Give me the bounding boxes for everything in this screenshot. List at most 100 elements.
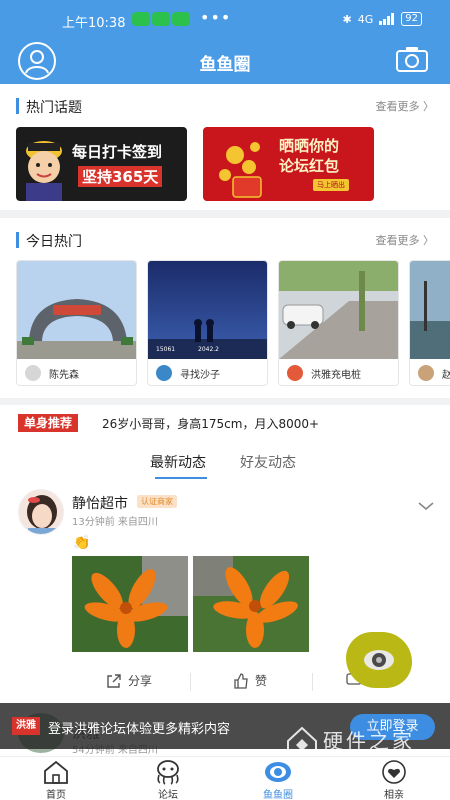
banner-line-1: 每日打卡签到 (72, 143, 163, 161)
tab-label: 相亲 (384, 790, 404, 800)
status-bar: 上午10:38 ••• ✱ 4G 92 (0, 0, 450, 40)
network-label: 4G (357, 12, 374, 26)
house-logo-icon (287, 726, 317, 757)
photo-overlay-text: 15061 (156, 346, 175, 353)
avatar (418, 365, 434, 381)
gold-coins-illustration (219, 142, 262, 198)
chevron-right-icon: 〉 (423, 234, 434, 247)
tab-dating[interactable]: 相亲 (364, 757, 424, 800)
banner-line-2: 坚持365天 (78, 166, 163, 187)
night-sky-photo: 15061 2042.2 (148, 261, 267, 359)
home-icon (44, 760, 68, 784)
status-time: 上午10:38 (62, 16, 126, 31)
hot-card[interactable]: 陈先森 (16, 260, 137, 386)
tab-label: 首页 (46, 790, 66, 800)
banner-button: 马上晒出 (313, 179, 349, 191)
arch-gate-photo (17, 261, 136, 359)
single-recommend-tag: 单身推荐 (18, 414, 79, 432)
card-author: 洪雅充电桩 (311, 370, 361, 381)
cartoon-character-illustration (26, 141, 62, 201)
forum-logo: 洪雅 (12, 717, 40, 735)
hot-topics-section: 热门话题 查看更多 〉 每日打卡签到 坚持365天 晒晒你的 论坛红包 马上晒出 (0, 84, 450, 210)
today-hot-header: 今日热门 查看更多 〉 (16, 231, 435, 250)
hot-card[interactable]: 15061 2042.2 寻找沙子 (147, 260, 268, 386)
app-bar: 鱼鱼圈 (0, 40, 450, 84)
share-label: 分享 (128, 674, 153, 688)
share-icon (107, 673, 121, 688)
wechat-icon (172, 12, 190, 26)
hot-card[interactable]: 赵 (409, 260, 450, 386)
post-meta: 13分钟前 来自四川 (72, 517, 158, 528)
banner-line-1: 晒晒你的 (279, 137, 340, 155)
tab-latest[interactable]: 最新动态 (150, 452, 206, 472)
divider (190, 673, 191, 691)
section-bar (16, 98, 19, 114)
lily-flower-image (72, 556, 188, 652)
checkin-banner[interactable]: 每日打卡签到 坚持365天 (16, 127, 187, 201)
forum-octopus-icon (157, 760, 179, 785)
tab-fish-circle[interactable]: 鱼鱼圈 (248, 757, 308, 800)
bluetooth-icon: ✱ (342, 12, 352, 26)
see-more-link[interactable]: 查看更多 〉 (376, 98, 435, 114)
red-envelope-banner[interactable]: 晒晒你的 论坛红包 马上晒出 (203, 127, 374, 201)
avatar (25, 365, 41, 381)
more-notifications-icon: ••• (200, 8, 232, 27)
verified-badge: 认证商家 (137, 495, 177, 508)
page-title: 鱼鱼圈 (199, 55, 251, 75)
chevron-right-icon: 〉 (423, 100, 434, 113)
like-label: 赞 (255, 674, 268, 688)
avatar (156, 365, 172, 381)
see-more-link[interactable]: 查看更多 〉 (376, 232, 435, 248)
post-text: 👏 (73, 535, 91, 551)
girl-avatar-image (19, 490, 63, 534)
tab-forum[interactable]: 论坛 (138, 757, 198, 800)
eye-icon (364, 650, 394, 670)
single-recommend-bar[interactable]: 单身推荐 26岁小哥哥，身高175cm，月入8000+ (0, 405, 450, 439)
card-author: 寻找沙子 (180, 370, 220, 381)
card-footer: 洪雅充电桩 (279, 359, 398, 385)
wechat-icon (132, 12, 150, 26)
tab-label: 论坛 (158, 790, 178, 800)
heart-couple-icon (382, 760, 406, 784)
like-button[interactable]: 赞 (233, 672, 267, 689)
card-author: 赵 (442, 366, 450, 381)
tab-home[interactable]: 首页 (26, 757, 86, 800)
section-title: 热门话题 (26, 100, 82, 116)
login-prompt-text: 登录洪雅论坛体验更多精彩内容 (48, 722, 231, 737)
floating-camera-button[interactable] (346, 632, 412, 688)
watermark-title: 硬件之家 (323, 729, 415, 753)
post-author[interactable]: 静怡超市 (72, 493, 128, 513)
hot-card[interactable]: 洪雅充电桩 (278, 260, 399, 386)
avatar[interactable] (18, 489, 64, 535)
eye-icon (265, 762, 291, 782)
signal-icon (379, 13, 395, 25)
active-tab-indicator (155, 477, 207, 479)
riverside-photo (410, 261, 450, 359)
divider (312, 673, 313, 691)
single-recommend-text: 26岁小哥哥，身高175cm，月入8000+ (102, 417, 320, 431)
street-car-photo (279, 261, 398, 359)
card-footer: 寻找沙子 (148, 359, 267, 385)
bottom-tab-bar: 首页 论坛 鱼鱼圈 相亲 (0, 756, 450, 800)
card-footer: 赵 (410, 359, 450, 385)
banner-line-2: 论坛红包 (279, 157, 340, 175)
hot-topics-header: 热门话题 查看更多 〉 (16, 97, 435, 116)
card-footer: 陈先森 (17, 359, 136, 385)
photo-overlay-text: 2042.2 (198, 346, 219, 353)
share-button[interactable]: 分享 (106, 672, 152, 689)
wechat-icon (152, 12, 170, 26)
post-photo[interactable] (193, 556, 309, 652)
chevron-down-icon[interactable] (418, 501, 434, 511)
thumbs-up-icon (234, 672, 248, 689)
lily-flower-image (193, 556, 309, 652)
post-photo[interactable] (72, 556, 188, 652)
tab-friends[interactable]: 好友动态 (240, 452, 296, 472)
feed-tabs: 最新动态 好友动态 (0, 439, 450, 483)
avatar (287, 365, 303, 381)
card-author: 陈先森 (49, 370, 79, 381)
section-bar (16, 232, 19, 248)
camera-button[interactable] (396, 46, 428, 72)
battery-icon: 92 (401, 12, 422, 26)
tab-label: 鱼鱼圈 (263, 790, 293, 800)
section-title: 今日热门 (26, 234, 82, 250)
